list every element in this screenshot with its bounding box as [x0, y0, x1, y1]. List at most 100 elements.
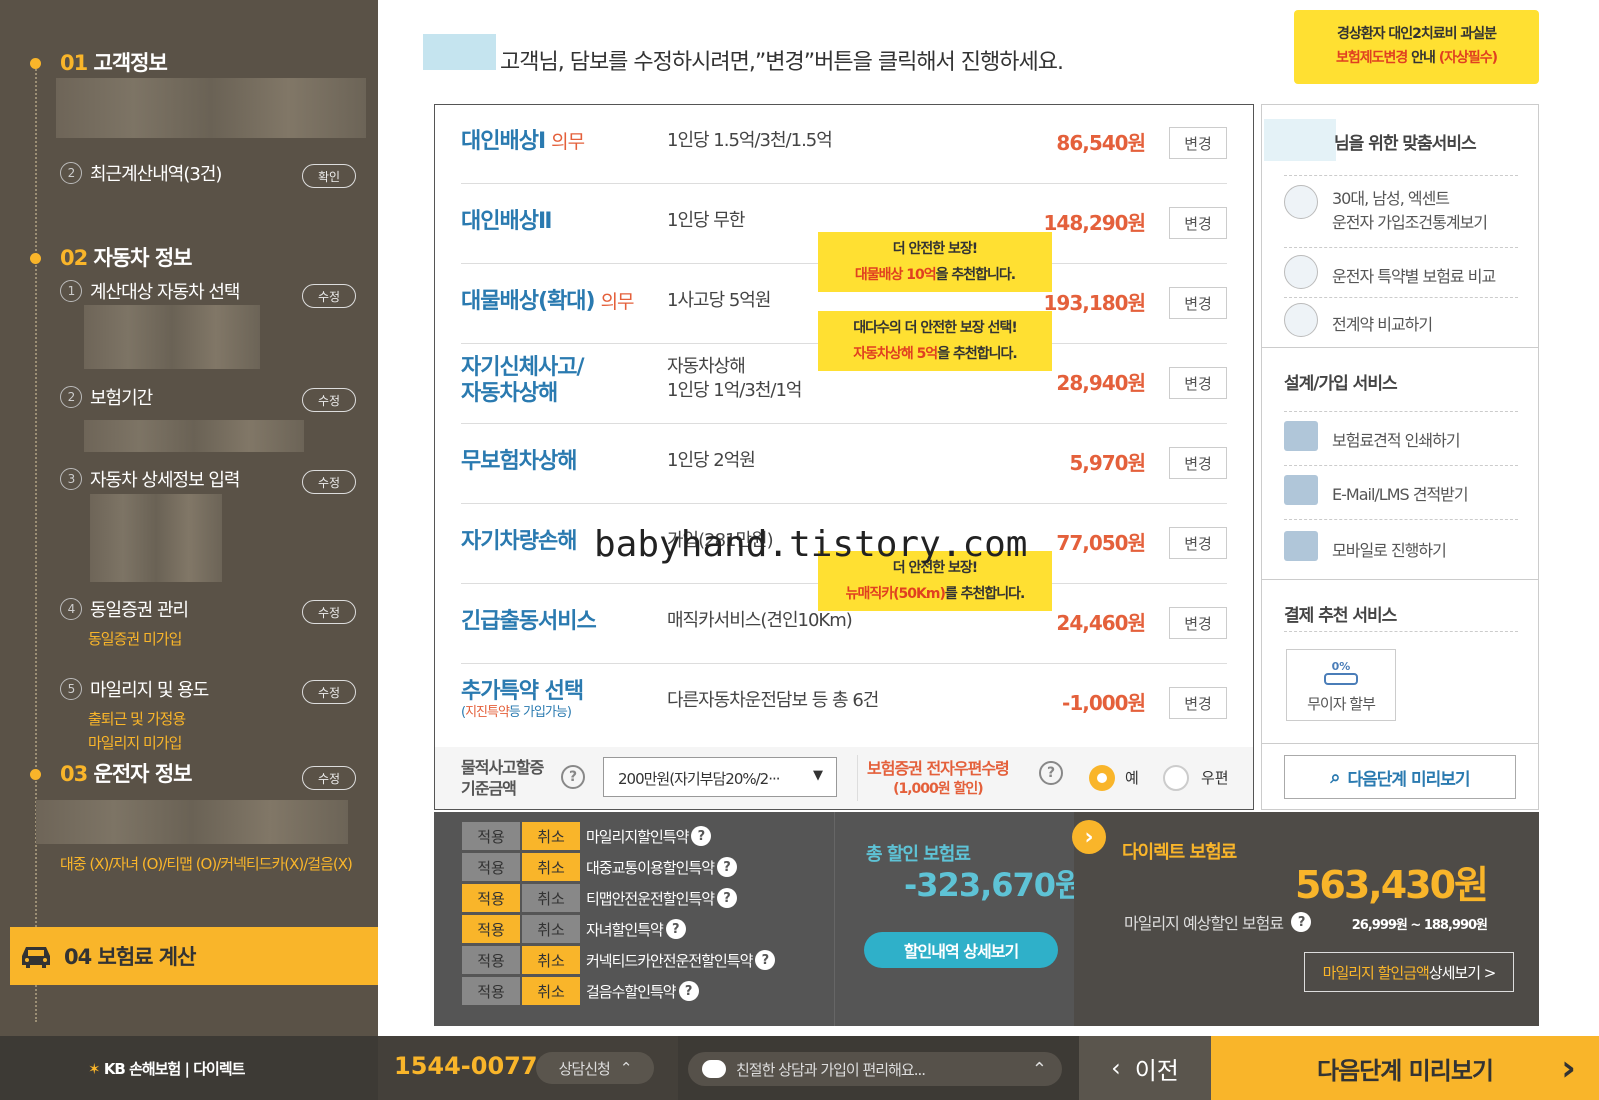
apply-button[interactable]: 적용: [462, 884, 520, 912]
deductible-row: 물적사고할증 기준금액 ? 200만원(자기부담20%/2··· ▼ 보험증권 전자…: [435, 747, 1253, 809]
apply-button[interactable]: 적용: [462, 822, 520, 850]
email-quote-link[interactable]: E-Mail/LMS 견적받기: [1332, 481, 1469, 505]
step-customer-info: 01 고객정보: [60, 51, 168, 75]
radio-mail[interactable]: [1163, 765, 1189, 791]
coverage-table: 대인배상Ⅰ 의무 1인당 1.5억/3천/1.5억 86,540원 변경 대인배상…: [434, 104, 1254, 810]
blurred-customer-info: [56, 78, 366, 138]
page-headline: 고객님, 담보를 수정하시려면,”변경”버튼을 클릭해서 진행하세요.: [500, 50, 1064, 75]
usage-status: 출퇴근 및 가정용: [88, 710, 186, 728]
user-icon: [1284, 185, 1318, 219]
rider-compare-link[interactable]: 운전자 특약별 보험료 비교: [1332, 263, 1496, 287]
phone-number: 1544-0077: [394, 1052, 538, 1080]
recent-calc-item: 2 최근계산내역(3건): [60, 160, 222, 186]
discount-row: 적용 취소 걸음수할인특약?: [462, 977, 699, 1005]
print-quote-link[interactable]: 보험료견적 인쇄하기: [1332, 427, 1461, 451]
help-icon[interactable]: ?: [678, 981, 699, 1001]
same-policy-edit-button[interactable]: 수정: [302, 600, 356, 624]
watermark-text: babyhand.tistory.com: [594, 524, 1028, 565]
policy-change-notice[interactable]: 경상환자 대인2치료비 과실분 보험제도변경 안내 (자상필수): [1294, 10, 1539, 84]
next-step-preview-button[interactable]: ⌕ 다음단계 미리보기: [1284, 755, 1516, 799]
kb-logo: ✶ KB 손해보험 | 다이렉트: [88, 1060, 245, 1078]
help-icon[interactable]: ?: [691, 826, 712, 846]
discount-label: 걸음수할인특약: [586, 982, 677, 1001]
change-button[interactable]: 변경: [1169, 367, 1227, 399]
discount-label: 마일리지할인특약: [586, 827, 689, 846]
step-premium-calc[interactable]: 04 보험료 계산: [10, 927, 378, 985]
change-button[interactable]: 변경: [1169, 687, 1227, 719]
mileage-edit-button[interactable]: 수정: [302, 680, 356, 704]
compare-icon: [1284, 255, 1318, 289]
apply-button[interactable]: 적용: [462, 946, 520, 974]
custom-service-panel: 님을 위한 맞춤서비스 30대, 남성, 엑센트 운전자 가입조건통계보기 운전자…: [1261, 104, 1539, 810]
driver-edit-button[interactable]: 수정: [302, 766, 356, 790]
kb-star-icon: ✶: [88, 1060, 101, 1078]
help-icon[interactable]: ?: [1039, 761, 1063, 785]
car-select-edit-button[interactable]: 수정: [302, 284, 356, 308]
change-button[interactable]: 변경: [1169, 527, 1227, 559]
prev-button[interactable]: ‹ 이전: [1079, 1036, 1211, 1100]
help-icon[interactable]: ?: [717, 857, 738, 877]
apply-button[interactable]: 적용: [462, 915, 520, 943]
arrow-right-icon: ›: [1072, 820, 1106, 854]
cancel-button[interactable]: 취소: [522, 977, 580, 1005]
deductible-select[interactable]: 200만원(자기부담20%/2··· ▼: [603, 757, 837, 797]
chat-bar[interactable]: 친절한 상담과 가입이 편리해요... ⌃: [688, 1052, 1062, 1086]
customer-name-blur: [423, 34, 496, 70]
total-discount-value: -323,670원: [904, 866, 1084, 904]
apply-button[interactable]: 적용: [462, 853, 520, 881]
cancel-button[interactable]: 취소: [522, 822, 580, 850]
help-icon[interactable]: ?: [1291, 912, 1312, 932]
help-icon[interactable]: ?: [665, 919, 686, 939]
chevron-up-icon: ⌃: [619, 1059, 633, 1077]
consult-request-button[interactable]: 상담신청 ⌃: [536, 1052, 654, 1084]
mobile-continue-link[interactable]: 모바일로 진행하기: [1332, 537, 1447, 561]
discount-row: 적용 취소 티맵안전운전할인특약?: [462, 884, 738, 912]
sidebar-item-same-policy: 4 동일증권 관리: [60, 596, 189, 622]
coverage-row: 대인배상Ⅰ 의무 1인당 1.5억/3천/1.5억 86,540원 변경: [461, 105, 1227, 184]
cancel-button[interactable]: 취소: [522, 884, 580, 912]
sidebar-item-period: 2 보험기간: [60, 384, 153, 410]
car-detail-edit-button[interactable]: 수정: [302, 470, 356, 494]
discount-label: 티맵안전운전할인특약: [586, 889, 715, 908]
next-step-button[interactable]: 다음단계 미리보기 ›: [1211, 1036, 1599, 1100]
blurred-car-detail: [90, 494, 222, 582]
recent-calc-confirm-button[interactable]: 확인: [302, 164, 356, 188]
direct-premium-value: 563,430원: [1294, 863, 1489, 907]
change-button[interactable]: 변경: [1169, 607, 1227, 639]
discount-detail-button[interactable]: 할인내역 상세보기: [864, 932, 1058, 968]
change-button[interactable]: 변경: [1169, 207, 1227, 239]
chat-icon: [702, 1060, 726, 1078]
period-edit-button[interactable]: 수정: [302, 388, 356, 412]
blurred-driver: [36, 800, 348, 844]
change-button[interactable]: 변경: [1169, 447, 1227, 479]
print-icon: [1284, 421, 1318, 451]
change-button[interactable]: 변경: [1169, 127, 1227, 159]
discount-label: 커넥티드카안전운전할인특약: [586, 951, 753, 970]
change-button[interactable]: 변경: [1169, 287, 1227, 319]
no-interest-installment-button[interactable]: 0% 무이자 할부: [1286, 649, 1396, 721]
chevron-down-icon: ▼: [813, 768, 823, 783]
help-icon[interactable]: ?: [755, 950, 776, 970]
sidebar-item-car-select: 1 계산대상 자동차 선택: [60, 278, 240, 304]
step-car-info: 02 자동차 정보: [60, 246, 192, 270]
prev-contract-compare-link[interactable]: 전계약 비교하기: [1332, 311, 1433, 335]
recommend-tooltip: 더 안전한 보장! 대물배상 10억을 추천합니다.: [818, 232, 1052, 292]
mileage-detail-button[interactable]: 마일리지 할인금액 상세보기 >: [1304, 952, 1514, 992]
premium-result-panel: 적용 취소 마일리지할인특약? 적용 취소 대중교통이용할인특약? 적용 취소 티맵안전운전할인…: [434, 812, 1539, 1026]
discount-row: 적용 취소 마일리지할인특약?: [462, 822, 712, 850]
help-icon[interactable]: ?: [561, 765, 585, 789]
recommend-tooltip: 대다수의 더 안전한 보장 선택! 자동차상해 5억을 추천합니다.: [818, 311, 1052, 371]
sidebar-item-mileage: 5 마일리지 및 용도: [60, 676, 209, 702]
cancel-button[interactable]: 취소: [522, 853, 580, 881]
chevron-up-icon: ⌃: [1031, 1058, 1047, 1080]
driver-discount-summary: 대중 (X)/자녀 (O)/티맵 (O)/커넥티드카(X)/걸음(X): [60, 855, 353, 873]
chevron-right-icon: ›: [1561, 1047, 1576, 1089]
discount-row: 적용 취소 자녀할인특약?: [462, 915, 686, 943]
help-icon[interactable]: ?: [717, 888, 738, 908]
cancel-button[interactable]: 취소: [522, 946, 580, 974]
radio-email-yes[interactable]: [1089, 765, 1115, 791]
cancel-button[interactable]: 취소: [522, 915, 580, 943]
driver-stats-link[interactable]: 30대, 남성, 엑센트 운전자 가입조건통계보기: [1332, 187, 1488, 235]
discount-label: 자녀할인특약: [586, 920, 664, 939]
apply-button[interactable]: 적용: [462, 977, 520, 1005]
